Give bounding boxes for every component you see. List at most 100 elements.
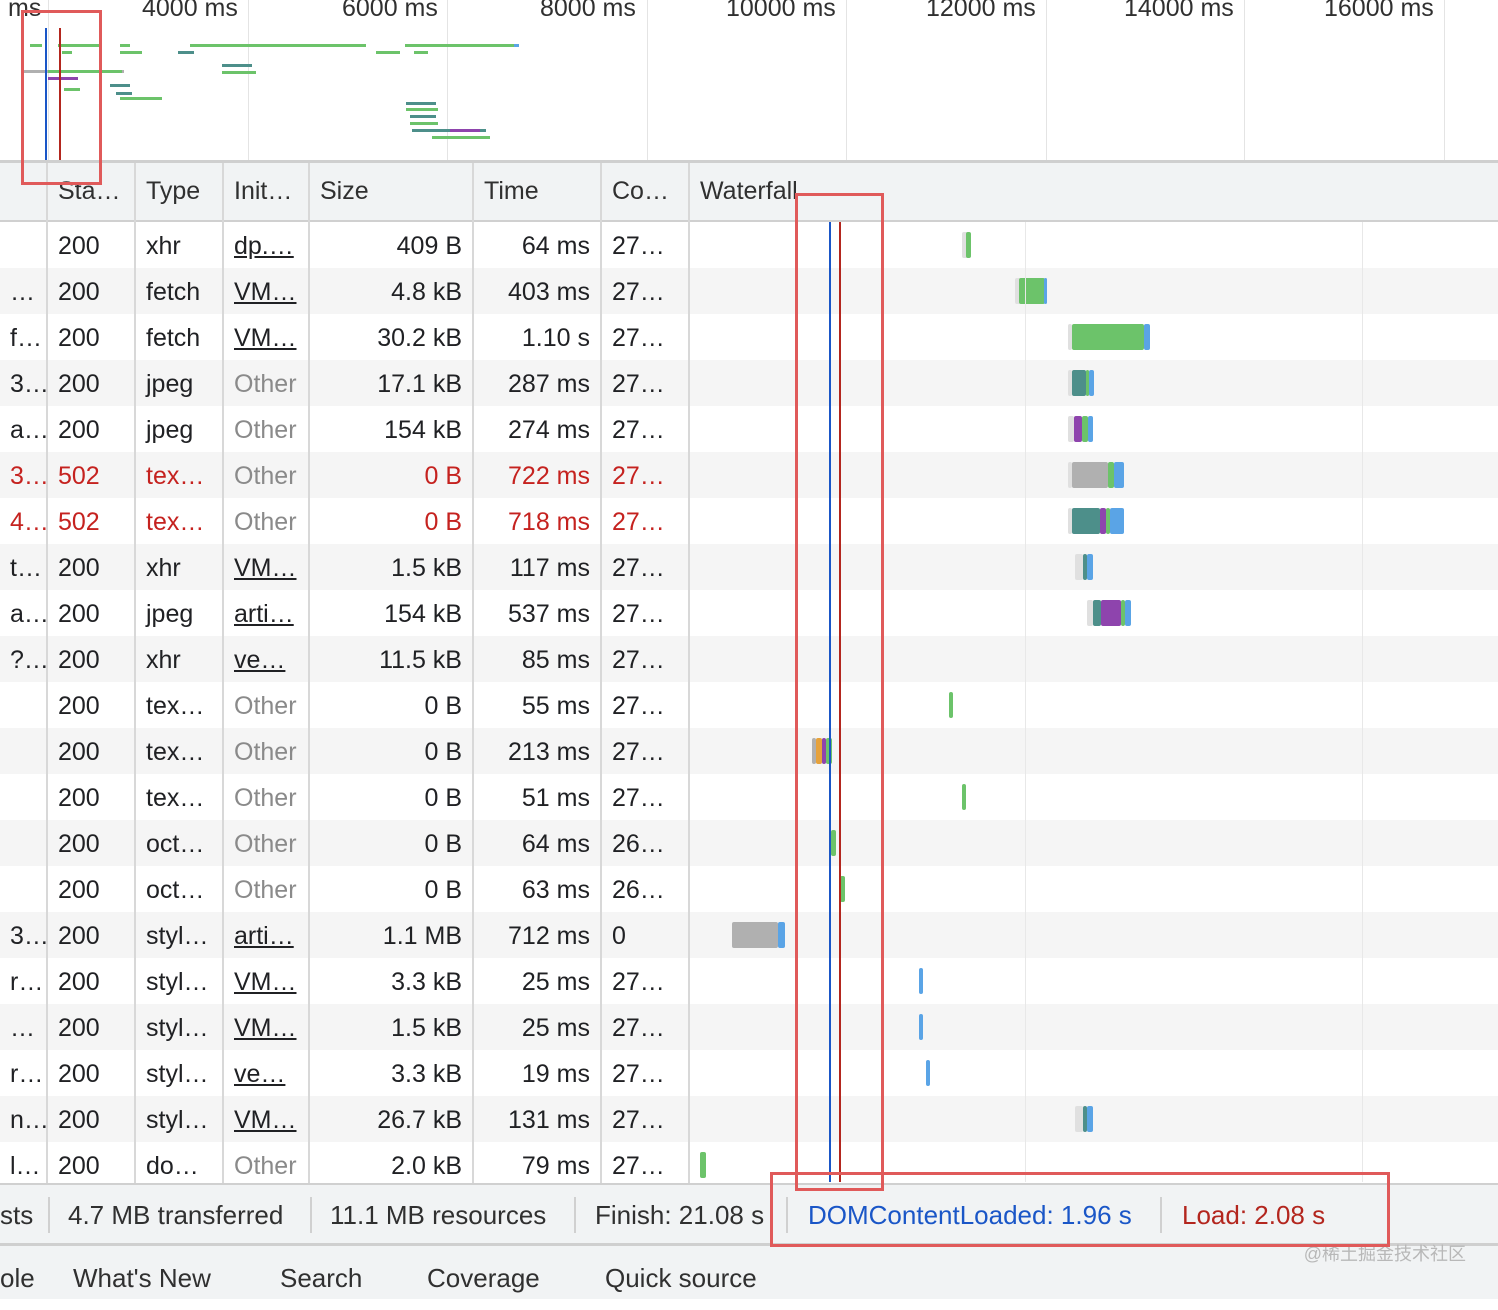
table-row[interactable]: 200 tex… Other 0 B 55 ms 27… (0, 682, 1498, 728)
table-row[interactable]: … 200 fetch VM… 4.8 kB 403 ms 27… (0, 268, 1498, 314)
table-row[interactable]: 3… 502 tex… Other 0 B 722 ms 27… (0, 452, 1498, 498)
row-connection: 27… (612, 232, 665, 260)
tab-coverage[interactable]: Coverage (427, 1246, 540, 1299)
waterfall-bar[interactable] (1114, 462, 1124, 488)
row-initiator[interactable]: arti… (224, 590, 308, 636)
waterfall-bar[interactable] (1088, 416, 1093, 442)
table-row[interactable]: 200 oct… Other 0 B 64 ms 26… (0, 820, 1498, 866)
column-header-initiator[interactable]: Init… (224, 163, 308, 220)
row-initiator[interactable]: VM… (224, 268, 308, 314)
row-status: 200 (58, 600, 100, 628)
row-status: 200 (58, 1014, 100, 1042)
table-row[interactable]: a… 200 jpeg Other 154 kB 274 ms 27… (0, 406, 1498, 452)
overview-time-label: 6000 ms (342, 0, 438, 22)
waterfall-bar[interactable] (1072, 370, 1086, 396)
table-row[interactable]: 3… 200 jpeg Other 17.1 kB 287 ms 27… (0, 360, 1498, 406)
table-row[interactable]: r… 200 styl… ve… 3.3 kB 19 ms 27… (0, 1050, 1498, 1096)
row-initiator[interactable]: dp.… (224, 222, 308, 268)
waterfall-bar[interactable] (1125, 600, 1131, 626)
row-initiator[interactable]: VM… (224, 314, 308, 360)
row-status: 502 (58, 462, 100, 490)
waterfall-bar[interactable] (700, 1152, 706, 1178)
table-row[interactable]: 3… 200 styl… arti… 1.1 MB 712 ms 0 (0, 912, 1498, 958)
overview-request-bar (405, 44, 517, 47)
row-initiator[interactable]: VM… (224, 958, 308, 1004)
row-type: jpeg (146, 416, 194, 444)
summary-divider (574, 1197, 576, 1233)
waterfall-bar[interactable] (919, 1014, 923, 1040)
row-time: 712 ms (508, 922, 590, 950)
waterfall-bar[interactable] (1087, 1106, 1093, 1132)
waterfall-bar[interactable] (962, 784, 966, 810)
waterfall-bar[interactable] (926, 1060, 930, 1086)
waterfall-bar[interactable] (1044, 278, 1047, 304)
overview-request-bar (222, 71, 256, 74)
column-divider[interactable] (600, 163, 602, 1183)
waterfall-bar[interactable] (1110, 508, 1124, 534)
waterfall-bar[interactable] (1075, 1106, 1083, 1132)
row-name: 4… (10, 508, 46, 536)
overview-request-bar (450, 129, 480, 132)
row-size: 0 B (424, 830, 462, 858)
tab-quick-source[interactable]: Quick source (605, 1246, 757, 1299)
table-row[interactable]: … 200 styl… VM… 1.5 kB 25 ms 27… (0, 1004, 1498, 1050)
waterfall-bar[interactable] (1101, 600, 1121, 626)
row-size: 26.7 kB (377, 1106, 462, 1134)
table-row[interactable]: 200 tex… Other 0 B 213 ms 27… (0, 728, 1498, 774)
row-initiator[interactable]: VM… (224, 544, 308, 590)
waterfall-bar[interactable] (1019, 278, 1045, 304)
waterfall-bar[interactable] (1072, 462, 1108, 488)
row-type: styl… (146, 1060, 209, 1088)
row-initiator[interactable]: VM… (224, 1096, 308, 1142)
row-type: fetch (146, 324, 201, 352)
waterfall-bar[interactable] (1087, 554, 1093, 580)
table-row[interactable]: ?… 200 xhr ve… 11.5 kB 85 ms 27… (0, 636, 1498, 682)
row-name: n… (10, 1106, 46, 1134)
waterfall-bar[interactable] (1072, 324, 1144, 350)
column-divider[interactable] (46, 163, 48, 1183)
row-initiator[interactable]: ve… (224, 1050, 308, 1096)
row-type: tex… (146, 784, 205, 812)
column-divider[interactable] (472, 163, 474, 1183)
column-header-size[interactable]: Size (310, 163, 472, 220)
waterfall-bar[interactable] (1089, 370, 1094, 396)
column-header-time[interactable]: Time (474, 163, 600, 220)
waterfall-bar[interactable] (1072, 508, 1100, 534)
row-initiator[interactable]: arti… (224, 912, 308, 958)
row-initiator: Other (234, 784, 297, 812)
row-initiator[interactable]: ve… (224, 636, 308, 682)
waterfall-bar[interactable] (1074, 416, 1082, 442)
transferred-size: 4.7 MB transferred (68, 1200, 284, 1230)
table-row[interactable]: 200 oct… Other 0 B 63 ms 26… (0, 866, 1498, 912)
waterfall-bar[interactable] (1075, 554, 1083, 580)
column-divider[interactable] (222, 163, 224, 1183)
table-row[interactable]: a… 200 jpeg arti… 154 kB 537 ms 27… (0, 590, 1498, 636)
overview-timeline[interactable]: ms 4000 ms 6000 ms 8000 ms 10000 ms 1200… (0, 0, 1498, 160)
column-divider[interactable] (688, 163, 690, 1183)
tab-whats-new[interactable]: What's New (73, 1246, 211, 1299)
column-header-connection[interactable]: Co… (602, 163, 688, 220)
table-row[interactable]: 4… 502 tex… Other 0 B 718 ms 27… (0, 498, 1498, 544)
table-row[interactable]: r… 200 styl… VM… 3.3 kB 25 ms 27… (0, 958, 1498, 1004)
table-row[interactable]: 200 xhr dp.… 409 B 64 ms 27… (0, 222, 1498, 268)
column-divider[interactable] (134, 163, 136, 1183)
tab-search[interactable]: Search (280, 1246, 362, 1299)
row-initiator[interactable]: VM… (224, 1004, 308, 1050)
waterfall-bar[interactable] (1144, 324, 1150, 350)
tab-console[interactable]: ole (0, 1246, 35, 1299)
column-divider[interactable] (308, 163, 310, 1183)
waterfall-bar[interactable] (966, 232, 971, 258)
waterfall-bar[interactable] (919, 968, 923, 994)
row-name: r… (10, 1060, 44, 1088)
waterfall-bar[interactable] (778, 922, 785, 948)
network-request-table[interactable]: Sta… Type Init… Size Time Co… Waterfall … (0, 163, 1498, 1183)
table-row[interactable]: n… 200 styl… VM… 26.7 kB 131 ms 27… (0, 1096, 1498, 1142)
table-row[interactable]: t… 200 xhr VM… 1.5 kB 117 ms 27… (0, 544, 1498, 590)
row-status: 200 (58, 1152, 100, 1180)
waterfall-bar[interactable] (1093, 600, 1101, 626)
table-row[interactable]: f… 200 fetch VM… 30.2 kB 1.10 s 27… (0, 314, 1498, 360)
table-row[interactable]: 200 tex… Other 0 B 51 ms 27… (0, 774, 1498, 820)
column-header-type[interactable]: Type (136, 163, 222, 220)
waterfall-bar[interactable] (732, 922, 778, 948)
waterfall-bar[interactable] (949, 692, 953, 718)
